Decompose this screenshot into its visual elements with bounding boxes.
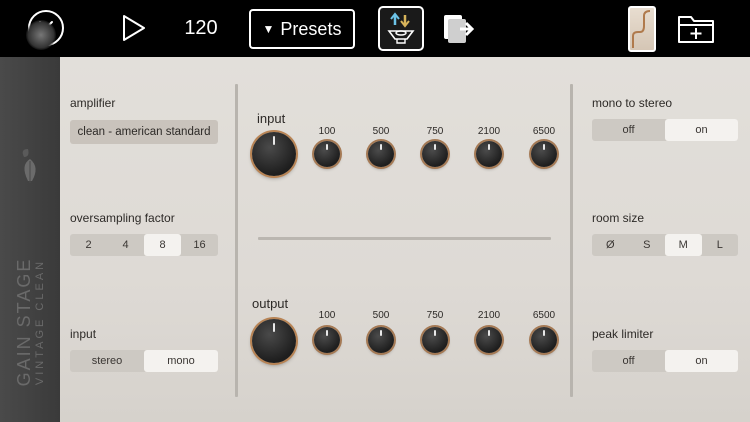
knob-indicator <box>488 144 490 150</box>
close-glow <box>26 20 56 50</box>
output-section-title: output <box>252 296 289 311</box>
room-size-option-s[interactable]: S <box>629 234 666 256</box>
output-eq-knob-500[interactable] <box>368 327 394 353</box>
input-mode-label: input <box>70 327 97 341</box>
new-folder-button[interactable] <box>675 10 717 46</box>
oversampling-option-4[interactable]: 4 <box>107 234 144 256</box>
output-gain-knob[interactable] <box>252 319 296 363</box>
input-freq-label-500: 500 <box>372 126 390 137</box>
input-freq-label-2100: 2100 <box>477 126 501 137</box>
input-freq-label-750: 750 <box>426 126 444 137</box>
input-gain-knob[interactable] <box>252 132 296 176</box>
knob-indicator <box>543 144 545 150</box>
input-eq-knob-2100[interactable] <box>476 141 502 167</box>
plugin-name: GAIN STAGE <box>14 257 34 387</box>
input-eq-knob-750[interactable] <box>422 141 448 167</box>
play-button[interactable] <box>118 12 150 44</box>
close-button[interactable] <box>18 6 74 50</box>
oversampling-option-8[interactable]: 8 <box>144 234 181 256</box>
room-size-option-none[interactable]: Ø <box>592 234 629 256</box>
plugin-title: GAIN STAGE VINTAGE CLEAN <box>14 258 46 387</box>
room-size-label: room size <box>592 211 645 225</box>
mono-to-stereo-label: mono to stereo <box>592 96 673 110</box>
output-freq-label-750: 750 <box>426 310 444 321</box>
peak-limiter-label: peak limiter <box>592 327 654 341</box>
output-eq-knob-100[interactable] <box>314 327 340 353</box>
mono-to-stereo-off[interactable]: off <box>592 119 665 141</box>
export-icon <box>444 15 475 43</box>
oversampling-selector: 2 4 8 16 <box>70 234 218 256</box>
tempo-display[interactable]: 120 <box>178 12 224 44</box>
input-section-title: input <box>257 111 286 126</box>
output-freq-label-2100: 2100 <box>477 310 501 321</box>
output-freq-label-100: 100 <box>318 310 336 321</box>
knob-indicator <box>434 144 436 150</box>
oversampling-option-2[interactable]: 2 <box>70 234 107 256</box>
peak-limiter-off[interactable]: off <box>592 350 665 372</box>
knob-indicator <box>488 330 490 336</box>
oversampling-label: oversampling factor <box>70 211 175 225</box>
input-eq-knob-6500[interactable] <box>531 141 557 167</box>
knob-indicator <box>273 136 275 145</box>
peak-limiter-toggle: off on <box>592 350 738 372</box>
knob-indicator <box>543 330 545 336</box>
knob-indicator <box>326 330 328 336</box>
plugin-side-strip: GAIN STAGE VINTAGE CLEAN <box>0 57 60 422</box>
input-freq-label-100: 100 <box>318 126 336 137</box>
presets-label: Presets <box>280 18 342 39</box>
input-option-stereo[interactable]: stereo <box>70 350 144 372</box>
knob-indicator <box>434 330 436 336</box>
output-freq-label-500: 500 <box>372 310 390 321</box>
output-eq-knob-750[interactable] <box>422 327 448 353</box>
mono-to-stereo-toggle: off on <box>592 119 738 141</box>
knob-indicator <box>326 144 328 150</box>
amplifier-select[interactable]: clean - american standard <box>70 120 218 144</box>
top-toolbar: 120 ▼ Presets <box>0 0 750 57</box>
output-freq-label-6500: 6500 <box>532 310 556 321</box>
input-eq-knob-500[interactable] <box>368 141 394 167</box>
preset-thumbnail[interactable] <box>628 6 656 52</box>
export-button[interactable] <box>438 10 478 46</box>
play-icon <box>123 15 145 41</box>
speaker-icon <box>387 11 415 44</box>
left-divider <box>235 84 238 397</box>
caret-down-icon: ▼ <box>262 22 275 36</box>
folder-add-icon <box>678 16 714 43</box>
input-mode-selector: stereo mono <box>70 350 218 372</box>
main-panel: amplifier clean - american standard over… <box>60 57 750 422</box>
output-eq-knob-6500[interactable] <box>531 327 557 353</box>
output-eq-knob-2100[interactable] <box>476 327 502 353</box>
plugin-variant: VINTAGE CLEAN <box>34 258 46 386</box>
knob-indicator <box>380 144 382 150</box>
room-size-selector: Ø S M L <box>592 234 738 256</box>
peak-limiter-on[interactable]: on <box>665 350 738 372</box>
oversampling-option-16[interactable]: 16 <box>181 234 218 256</box>
speaker-button[interactable] <box>378 6 424 51</box>
presets-button[interactable]: ▼ Presets <box>249 9 355 49</box>
knob-indicator <box>380 330 382 336</box>
knob-indicator <box>273 323 275 332</box>
room-size-option-l[interactable]: L <box>702 234 739 256</box>
input-option-mono[interactable]: mono <box>144 350 218 372</box>
right-divider <box>570 84 573 397</box>
room-size-option-m[interactable]: M <box>665 234 702 256</box>
leaf-logo-icon <box>22 149 36 183</box>
input-eq-knob-100[interactable] <box>314 141 340 167</box>
input-freq-label-6500: 6500 <box>532 126 556 137</box>
waveform-icon <box>632 10 651 48</box>
center-divider <box>258 237 551 240</box>
amplifier-label: amplifier <box>70 96 116 110</box>
mono-to-stereo-on[interactable]: on <box>665 119 738 141</box>
